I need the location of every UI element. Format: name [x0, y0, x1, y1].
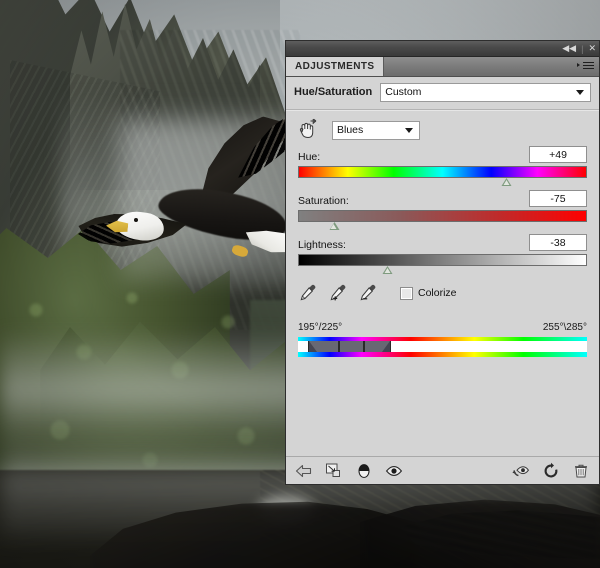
hue-range-left-handle[interactable]: [338, 341, 341, 352]
slider-saturation-thumb[interactable]: [329, 222, 340, 230]
reset-circular-arrow-icon[interactable]: [542, 462, 560, 480]
half-circle-icon[interactable]: [355, 462, 373, 480]
slider-hue-thumb[interactable]: [501, 178, 513, 186]
back-arrow-icon[interactable]: [295, 462, 313, 480]
slider-lightness-label: Lightness:: [298, 239, 346, 251]
slider-hue-value[interactable]: +49: [529, 146, 587, 163]
titlebar-separator: |: [581, 43, 584, 54]
adjustment-header-row: Hue/Saturation Custom: [286, 77, 599, 104]
panel-titlebar[interactable]: ◀◀ | ✕: [286, 41, 599, 57]
eye-icon[interactable]: [385, 462, 403, 480]
colorize-checkbox-group[interactable]: Colorize: [400, 286, 457, 300]
colorize-checkbox[interactable]: [400, 286, 413, 300]
slider-lightness-value[interactable]: -38: [529, 234, 587, 251]
colorize-label: Colorize: [418, 287, 457, 299]
eyedropper-add-icon[interactable]: [328, 284, 348, 302]
eyedropper-subtract-icon[interactable]: [358, 284, 378, 302]
hue-range-left-degrees: 195°/225°: [298, 322, 343, 333]
tools-row: Colorize: [286, 266, 599, 306]
channel-dropdown-value: Blues: [337, 124, 364, 136]
slider-saturation-top: Saturation: -75: [298, 189, 587, 207]
slider-lightness-top: Lightness: -38: [298, 233, 587, 251]
hue-range-falloff-right-handle[interactable]: [382, 341, 392, 352]
chevron-down-icon: [405, 127, 413, 133]
slider-hue-label: Hue:: [298, 151, 321, 163]
tab-adjustments-label: ADJUSTMENTS: [295, 61, 375, 72]
panel-tabstrip: ADJUSTMENTS: [286, 57, 599, 77]
slider-lightness-thumb[interactable]: [382, 266, 393, 274]
hue-range-falloff-left-handle[interactable]: [308, 341, 318, 352]
tab-adjustments[interactable]: ADJUSTMENTS: [286, 57, 385, 76]
panel-bottom-toolbar: [286, 456, 599, 484]
slider-lightness: Lightness: -38: [286, 233, 599, 274]
slider-saturation-value[interactable]: -75: [529, 190, 587, 207]
chevron-down-icon: [576, 89, 584, 95]
page-title: Hue/Saturation: [294, 86, 373, 98]
hue-range-degrees: 195°/225° 255°\285°: [286, 306, 599, 333]
preset-dropdown-value: Custom: [385, 86, 422, 98]
scrubby-hand-icon[interactable]: [296, 118, 318, 141]
collapse-panel-icon[interactable]: ◀◀: [562, 44, 576, 53]
panel-menu-icon[interactable]: [577, 62, 594, 71]
slider-saturation-track[interactable]: [298, 210, 587, 230]
slider-hue: Hue: +49: [286, 145, 599, 186]
slider-hue-track[interactable]: [298, 166, 587, 186]
trash-icon[interactable]: [572, 462, 590, 480]
slider-saturation-label: Saturation:: [298, 195, 349, 207]
eye-previous-icon[interactable]: [512, 462, 530, 480]
adjustments-panel: ◀◀ | ✕ ADJUSTMENTS Hue/Saturation Custom: [286, 41, 599, 484]
hue-range-selection[interactable]: [308, 341, 391, 352]
preset-dropdown[interactable]: Custom: [380, 82, 591, 102]
channel-dropdown[interactable]: Blues: [332, 120, 420, 140]
slider-saturation: Saturation: -75: [286, 189, 599, 230]
hue-range-right-degrees: 255°\285°: [542, 322, 587, 333]
hue-range-right-handle[interactable]: [363, 341, 366, 352]
clip-to-layer-icon[interactable]: [325, 462, 343, 480]
slider-hue-top: Hue: +49: [298, 145, 587, 163]
eyedropper-icon[interactable]: [298, 284, 318, 302]
close-panel-icon[interactable]: ✕: [588, 44, 596, 53]
tabstrip-filler: [384, 57, 599, 76]
hue-range-control[interactable]: [298, 337, 587, 357]
slider-lightness-track[interactable]: [298, 254, 587, 274]
channel-row: Blues: [286, 111, 599, 145]
